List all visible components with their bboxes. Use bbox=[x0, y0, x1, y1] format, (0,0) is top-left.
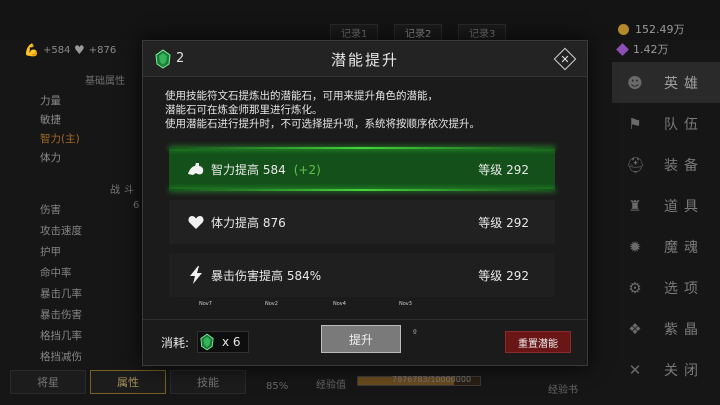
nav-label: 紫晶 bbox=[664, 321, 704, 338]
gold-value: 152.49万 bbox=[635, 23, 685, 36]
cost-label: 消耗: bbox=[161, 336, 190, 350]
tab-attributes[interactable]: 属性 bbox=[90, 370, 166, 394]
description-line: 潜能石可在炼金师那里进行炼化。 bbox=[165, 104, 323, 116]
row-label-text: 智力提高 584 bbox=[211, 162, 286, 177]
attr-agility: 敏捷 bbox=[40, 114, 61, 126]
reset-potential-button[interactable]: 重置潜能 bbox=[505, 331, 571, 353]
combat-armor: 护甲 bbox=[40, 246, 61, 258]
nav-label: 选项 bbox=[664, 280, 704, 297]
row-level: 等级 292 bbox=[478, 268, 529, 283]
stat-chip-vit: ♥ +876 bbox=[74, 40, 116, 60]
nav-soul[interactable]: ✹ 魔魂 bbox=[612, 226, 720, 267]
combat-block-reduce: 格挡减伤 bbox=[40, 351, 82, 363]
amethyst-icon: ❖ bbox=[628, 319, 642, 338]
cost-box: x 6 bbox=[197, 331, 249, 353]
nav-label: 道具 bbox=[664, 198, 704, 215]
exp-book-label: 经验书 bbox=[548, 385, 578, 396]
nav-label: 英雄 bbox=[664, 75, 704, 92]
tiny-label: Nov4 bbox=[333, 301, 346, 307]
tiny-label: Nov3 bbox=[399, 301, 412, 307]
stat-chip-int: 💪 +584 bbox=[24, 40, 70, 60]
combat-num: 6 bbox=[133, 200, 140, 211]
combat-attack-speed: 攻击速度 bbox=[40, 225, 82, 237]
modal-header: 2 潜能提升 ✕ bbox=[143, 41, 587, 77]
potion-icon: ♜ bbox=[628, 196, 642, 215]
degree-mark: º bbox=[413, 328, 417, 337]
bottom-tabs: 将星 属性 技能 bbox=[10, 370, 246, 394]
combat-list: 伤害 攻击速度 护甲 命中率 暴击几率 暴击伤害 格挡几率 格挡减伤 bbox=[40, 202, 82, 370]
nav-items[interactable]: ♜ 道具 bbox=[612, 185, 720, 226]
combat-hit-rate: 命中率 bbox=[40, 267, 72, 279]
modal-description: 使用技能符文石提炼出的潜能石，可用来提升角色的潜能， 潜能石可在炼金师那里进行炼… bbox=[165, 89, 575, 131]
description-line: 使用潜能石进行提升时，不可选择提升项，系统将按顺序依次提升。 bbox=[165, 118, 480, 130]
purple-gem-icon bbox=[616, 42, 629, 56]
stat-chip-value: +876 bbox=[88, 44, 117, 56]
nav-options[interactable]: ⚙ 选项 bbox=[612, 267, 720, 308]
gear-icon: ⚙ bbox=[628, 278, 642, 297]
potential-row-crit-damage[interactable]: 暴击伤害提高 584% 等级 292 Nov7 Nov2 Nov4 Nov3 bbox=[169, 253, 555, 307]
gem-currency: 1.42万 bbox=[616, 40, 669, 58]
combat-damage: 伤害 bbox=[40, 204, 61, 216]
tab-stars[interactable]: 将星 bbox=[10, 370, 86, 394]
helmet-icon: ⛑ bbox=[626, 155, 646, 174]
tab-skills[interactable]: 技能 bbox=[170, 370, 246, 394]
hero-icon: ☻ bbox=[627, 73, 643, 92]
exp-label: 经验值 bbox=[316, 380, 346, 391]
modal-footer: 消耗: x 6 提升 º 重置潜能 bbox=[143, 319, 587, 365]
arm-icon bbox=[187, 160, 205, 178]
nav-label: 队伍 bbox=[664, 116, 704, 133]
nav-hero[interactable]: ☻ 英雄 bbox=[612, 62, 720, 103]
heart-icon: ♥ bbox=[74, 43, 85, 57]
flag-icon: ⚑ bbox=[628, 114, 642, 133]
attr-intelligence: 智力(主) bbox=[40, 133, 80, 145]
potential-row-vitality[interactable]: 体力提高 876 等级 292 bbox=[169, 200, 555, 244]
exp-text: 7876783/10000000 bbox=[392, 375, 472, 384]
potential-upgrade-modal: 2 潜能提升 ✕ 使用技能符文石提炼出的潜能石，可用来提升角色的潜能， 潜能石可… bbox=[142, 40, 588, 366]
gem-value: 1.42万 bbox=[633, 43, 669, 56]
combat-title: 战斗 bbox=[110, 185, 138, 196]
attribute-panel: 基础属性 力量 敏捷 智力(主) 体力 bbox=[30, 70, 140, 169]
nav-label: 魔魂 bbox=[664, 239, 704, 256]
lightning-icon bbox=[187, 266, 205, 284]
base-attr-title: 基础属性 bbox=[85, 76, 125, 87]
percent-text: 85% bbox=[266, 381, 289, 392]
gold-currency: 152.49万 bbox=[618, 20, 685, 38]
attr-vitality: 体力 bbox=[40, 152, 61, 164]
nav-close[interactable]: ✕ 关闭 bbox=[612, 349, 720, 390]
potential-stone-icon bbox=[200, 333, 214, 351]
row-label: 体力提高 876 bbox=[211, 214, 286, 231]
upgrade-button[interactable]: 提升 bbox=[321, 325, 401, 353]
row-label-text: 暴击伤害提高 584% bbox=[211, 268, 322, 283]
tiny-label: Nov2 bbox=[265, 301, 278, 307]
attr-strength: 力量 bbox=[40, 95, 61, 107]
row-level: 等级 292 bbox=[478, 162, 529, 177]
row-label: 暴击伤害提高 584% bbox=[211, 267, 321, 284]
arm-icon: 💪 bbox=[24, 43, 39, 57]
row-level: 等级 292 bbox=[478, 215, 529, 230]
nav-amethyst[interactable]: ❖ 紫晶 bbox=[612, 308, 720, 349]
nav-label: 关闭 bbox=[664, 362, 704, 379]
modal-title: 潜能提升 bbox=[330, 51, 399, 69]
close-icon: ✕ bbox=[560, 52, 570, 66]
tiny-label: Nov7 bbox=[199, 301, 212, 307]
nav-team[interactable]: ⚑ 队伍 bbox=[612, 103, 720, 144]
side-nav: ☻ 英雄 ⚑ 队伍 ⛑ 装备 ♜ 道具 ✹ 魔魂 ⚙ 选项 ❖ 紫晶 ✕ 关闭 bbox=[612, 62, 720, 390]
nav-label: 装备 bbox=[664, 157, 704, 174]
flame-icon: ✹ bbox=[628, 237, 642, 256]
nav-equipment[interactable]: ⛑ 装备 bbox=[612, 144, 720, 185]
close-button[interactable]: ✕ bbox=[553, 47, 577, 71]
combat-block-rate: 格挡几率 bbox=[40, 330, 82, 342]
potential-row-intelligence[interactable]: 智力提高 584 (+2) 等级 292 bbox=[169, 147, 555, 191]
row-label: 智力提高 584 (+2) bbox=[211, 161, 321, 178]
row-bonus: (+2) bbox=[293, 162, 321, 177]
combat-crit-rate: 暴击几率 bbox=[40, 288, 82, 300]
heart-icon bbox=[187, 213, 205, 231]
close-icon: ✕ bbox=[628, 360, 642, 379]
description-line: 使用技能符文石提炼出的潜能石，可用来提升角色的潜能， bbox=[165, 90, 438, 102]
gold-coin-icon bbox=[618, 23, 629, 35]
cost-value: x 6 bbox=[222, 335, 241, 349]
stat-chip-value: +584 bbox=[42, 44, 71, 56]
row-label-text: 体力提高 876 bbox=[211, 215, 286, 230]
combat-crit-damage: 暴击伤害 bbox=[40, 309, 82, 321]
